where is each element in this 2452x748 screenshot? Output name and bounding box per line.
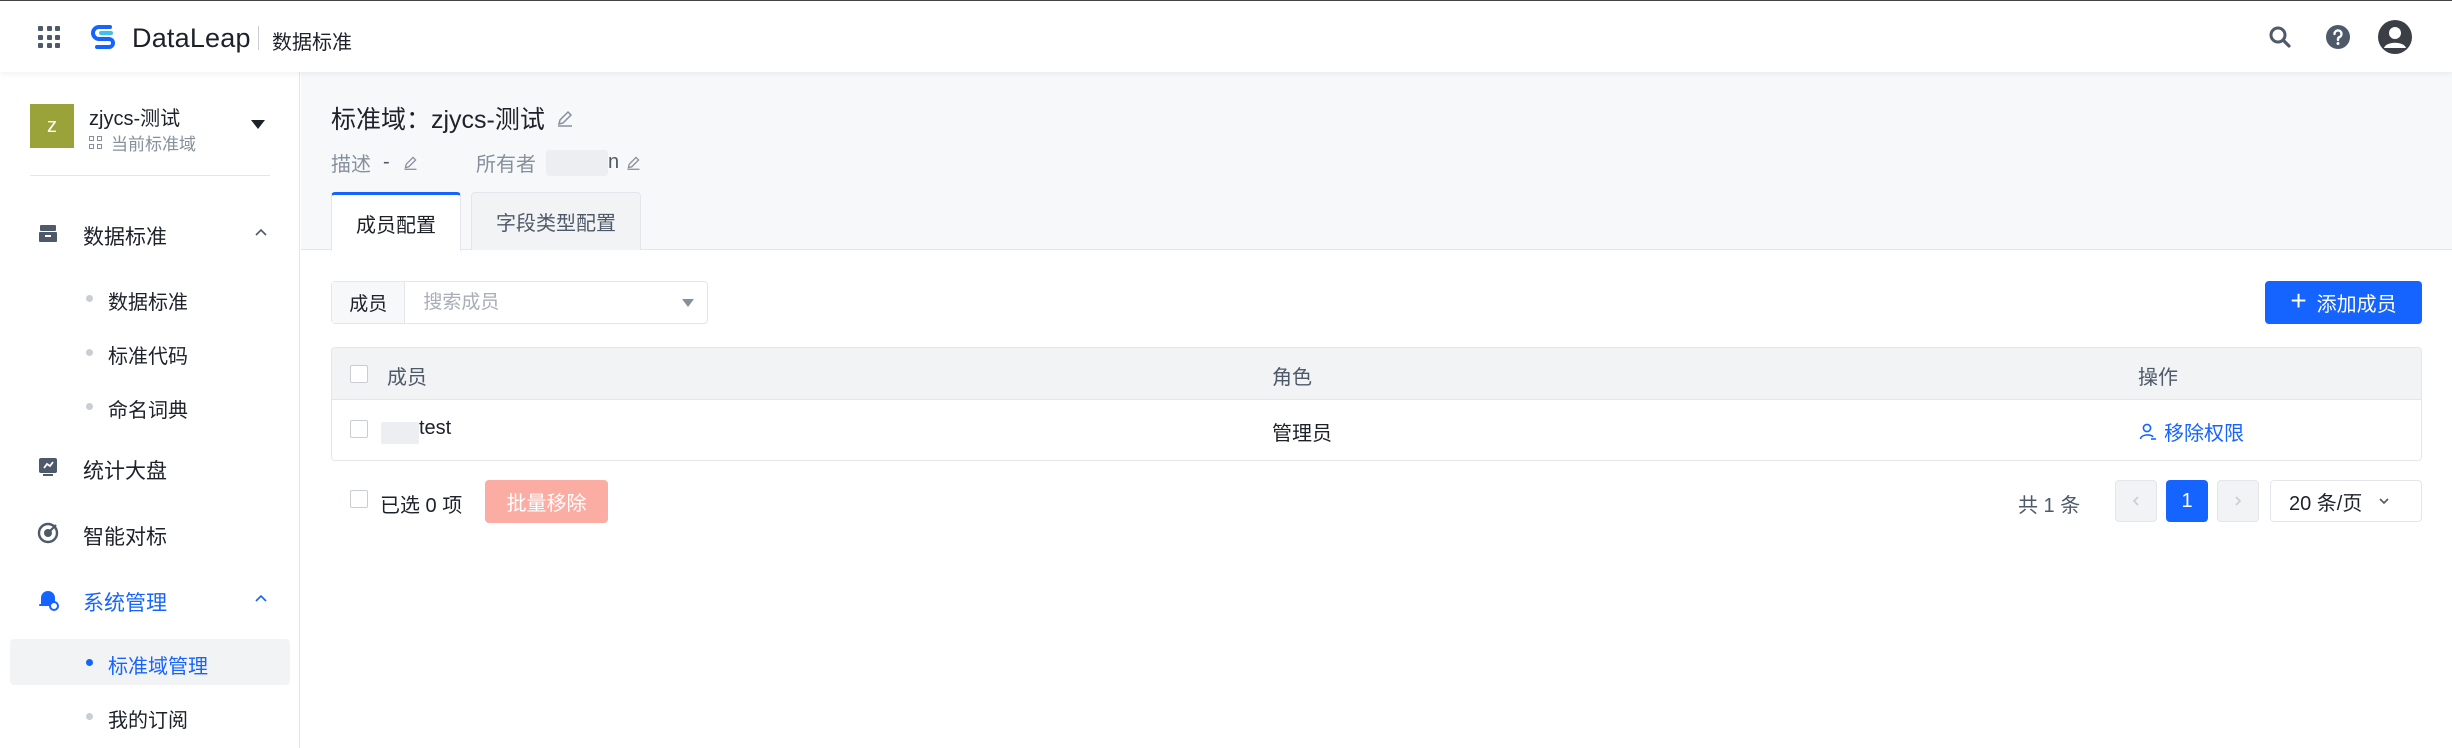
domain-subtitle: 当前标准域: [89, 130, 196, 155]
sidebar-item-label: 命名词典: [108, 400, 188, 422]
page-size-select[interactable]: 20 条/页: [2270, 480, 2422, 522]
description-value: -: [383, 151, 390, 173]
page-1-button[interactable]: 1: [2166, 480, 2208, 522]
column-header-member: 成员: [387, 367, 427, 389]
page-size-value: 20 条/页: [2289, 492, 2363, 515]
member-filter: 成员: [331, 281, 708, 324]
member-role: 管理员: [1272, 423, 1332, 445]
row-checkbox[interactable]: [350, 420, 368, 438]
tab-bar: 成员配置 字段类型配置: [331, 192, 641, 251]
bullet-dot: [86, 659, 93, 666]
domain-selector[interactable]: z zjycs-测试 当前标准域: [30, 102, 280, 158]
sidebar-item-label: 标准代码: [108, 346, 188, 368]
sidebar-item-label: 我的订阅: [108, 710, 188, 732]
description-label: 描述: [331, 154, 371, 176]
sidebar-group-statistics[interactable]: 统计大盘: [0, 442, 300, 492]
sidebar-item-data-standard[interactable]: 数据标准: [10, 275, 290, 321]
member-search-input[interactable]: [405, 282, 669, 323]
sidebar-item-my-subscriptions[interactable]: 我的订阅: [10, 693, 290, 739]
settings-bell-icon: [39, 591, 59, 611]
target-icon: [37, 522, 59, 544]
user-remove-icon: [2139, 423, 2156, 440]
sidebar-divider: [30, 175, 270, 176]
domain-grid-icon: [89, 135, 103, 150]
next-page-button[interactable]: [2217, 480, 2259, 522]
apps-grid-icon[interactable]: [38, 26, 60, 48]
column-header-action: 操作: [2138, 367, 2178, 389]
chevron-left-icon: [2132, 496, 2139, 506]
member-table: 成员 角色 操作 test 管理员 移除权限: [331, 347, 2422, 461]
page-title-text: 标准域：zjycs-测试: [331, 106, 545, 134]
sidebar-item-naming-dictionary[interactable]: 命名词典: [10, 383, 290, 429]
edit-icon[interactable]: [555, 108, 575, 128]
total-count: 共 1 条: [2018, 495, 2081, 517]
bullet-dot: [86, 295, 93, 302]
sidebar-group-label: 数据标准: [83, 226, 167, 249]
sidebar: z zjycs-测试 当前标准域 数据标准 数据标准 标准代码 命名词典 统计大…: [0, 72, 300, 748]
add-member-label: 添加成员: [2316, 294, 2397, 316]
sidebar-group-label: 统计大盘: [83, 460, 167, 483]
sidebar-item-label: 数据标准: [108, 292, 188, 314]
owner-name-redacted: [546, 149, 608, 176]
add-member-button[interactable]: + 添加成员: [2265, 281, 2422, 324]
page-title: 标准域：zjycs-测试: [331, 100, 575, 136]
description-meta: 描述 -: [331, 148, 419, 177]
table-header: 成员 角色 操作: [332, 348, 2421, 400]
caret-down-icon[interactable]: [668, 282, 707, 323]
owner-meta: 所有者 n: [476, 148, 642, 177]
product-name: 数据标准: [272, 32, 352, 54]
chevron-down-icon: [2379, 498, 2389, 505]
search-icon[interactable]: [2264, 21, 2296, 53]
edit-icon[interactable]: [402, 154, 419, 171]
bullet-dot: [86, 349, 93, 356]
sidebar-item-label: 标准域管理: [108, 656, 208, 678]
sidebar-group-label: 智能对标: [83, 526, 167, 549]
select-all-checkbox[interactable]: [350, 365, 368, 383]
remove-permission-label: 移除权限: [2164, 423, 2244, 445]
domain-subtitle-text: 当前标准域: [111, 135, 196, 154]
owner-label: 所有者: [476, 154, 536, 176]
archive-icon: [39, 225, 57, 242]
caret-down-icon[interactable]: [251, 120, 265, 129]
selected-count: 已选 0 项: [380, 495, 463, 517]
tab-field-type-config[interactable]: 字段类型配置: [471, 192, 641, 250]
sidebar-group-label: 系统管理: [83, 592, 167, 615]
select-all-footer-checkbox[interactable]: [350, 490, 368, 508]
member-name-redacted: [381, 422, 419, 444]
plus-icon: +: [2290, 285, 2307, 316]
top-bar: DataLeap 数据标准: [0, 0, 2452, 72]
filter-label: 成员: [332, 282, 406, 323]
tab-member-config[interactable]: 成员配置: [331, 192, 461, 251]
sidebar-item-domain-management[interactable]: 标准域管理: [10, 639, 290, 685]
chevron-up-icon[interactable]: [255, 592, 267, 604]
brand-divider: [258, 26, 259, 50]
column-header-role: 角色: [1272, 367, 1312, 389]
sidebar-group-data-standard[interactable]: 数据标准: [0, 208, 300, 258]
page-header: 标准域：zjycs-测试 描述 - 所有者 n 成员配置 字段类型配置: [301, 72, 2452, 251]
batch-remove-button[interactable]: 批量移除: [485, 480, 608, 523]
user-icon[interactable]: [2377, 19, 2413, 55]
sidebar-item-standard-code[interactable]: 标准代码: [10, 329, 290, 375]
bullet-dot: [86, 403, 93, 410]
dataleap-logo-icon[interactable]: [88, 21, 120, 53]
sidebar-group-smart-benchmark[interactable]: 智能对标: [0, 508, 300, 558]
sidebar-group-system-management[interactable]: 系统管理: [0, 574, 300, 624]
domain-avatar: z: [30, 104, 74, 148]
prev-page-button[interactable]: [2115, 480, 2157, 522]
table-row: test 管理员 移除权限: [332, 400, 2421, 460]
dashboard-icon: [39, 458, 57, 476]
brand-name[interactable]: DataLeap: [132, 23, 251, 54]
chevron-up-icon[interactable]: [255, 226, 267, 238]
remove-permission-link[interactable]: 移除权限: [2138, 417, 2244, 446]
member-name-tail: test: [419, 417, 452, 439]
bullet-dot: [86, 713, 93, 720]
chevron-right-icon: [2235, 496, 2242, 506]
edit-icon[interactable]: [625, 154, 642, 171]
domain-name: zjycs-测试: [89, 108, 181, 130]
help-icon[interactable]: [2322, 21, 2354, 53]
owner-name-tail: n: [608, 151, 620, 173]
